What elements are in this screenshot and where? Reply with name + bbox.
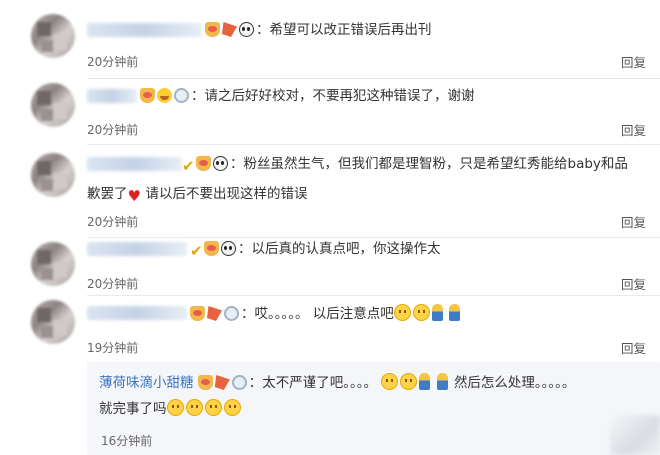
sub-reply-body: ：太不严谨了吧。。。。 [248, 375, 378, 391]
comment-time: 20分钟前 [87, 277, 139, 291]
comment-body: 希望可以改正错误后再出刊 [269, 22, 432, 38]
username-blurred[interactable] [87, 242, 187, 256]
crown-badge-icon [190, 306, 205, 321]
face-emoji-icon [204, 399, 222, 416]
face-emoji-icon [400, 373, 418, 390]
comment-item: ：请之后好好校对，不要再犯这种错误了，谢谢 20分钟前 回复 [25, 79, 660, 139]
avatar[interactable] [31, 153, 75, 197]
comment-body-part: 以后注意点吧 [312, 306, 394, 322]
doll-emoji-icon [431, 304, 443, 321]
face-emoji-icon [412, 304, 430, 321]
username-blurred[interactable] [87, 157, 182, 171]
sub-reply-text: 薄荷味滴小甜糖 ：太不严谨了吧。。。。 然后怎么处理。。。。。 就完事了吗 [99, 370, 659, 422]
reply-button[interactable]: 回复 [621, 52, 646, 71]
sub-reply-username[interactable]: 薄荷味滴小甜糖 [99, 375, 194, 391]
panda-badge-icon [213, 156, 228, 171]
comment-text: ：请之后好好校对，不要再犯这种错误了，谢谢 [140, 85, 475, 107]
avatar[interactable] [31, 242, 75, 286]
check-badge-icon: ✔ [190, 242, 203, 260]
comment-body: 请之后好好校对，不要再犯这种错误了，谢谢 [204, 88, 475, 104]
face-emoji-icon [185, 399, 203, 416]
sub-reply-body-part: 就完事了吗 [99, 401, 167, 417]
comment-time: 20分钟前 [87, 123, 139, 137]
doll-emoji-icon [436, 373, 448, 390]
comment-text: ：希望可以改正错误后再出刊 [205, 19, 432, 41]
username-blurred[interactable] [87, 306, 187, 320]
reply-button[interactable]: 回复 [621, 120, 646, 139]
face-emoji-icon [166, 399, 184, 416]
comment-time: 19分钟前 [87, 341, 139, 355]
comment-list: ：希望可以改正错误后再出刊 20分钟前 回复 ：请之后好好校对，不要再犯这种错误… [25, 8, 660, 455]
comment-item: ✔ ：粉丝虽然生气，但我们都是理智粉，只是希望红秀能给baby和品 歉罢了♥ 请以后… [25, 145, 660, 237]
comment-text-line2: 歉罢了♥ 请以后不要出现这样的错误 [87, 183, 308, 205]
avatar[interactable] [31, 83, 75, 127]
comment-time: 20分钟前 [87, 215, 139, 229]
face-emoji-icon [223, 399, 241, 416]
comment-item: ：希望可以改正错误后再出刊 20分钟前 回复 [25, 8, 660, 78]
flag-badge-icon [207, 306, 222, 321]
avatar[interactable] [31, 300, 75, 344]
sub-reply-body-part: 然后怎么处理。。。。。 [453, 375, 576, 391]
flag-badge-icon [222, 22, 237, 37]
panda-badge-icon [239, 22, 254, 37]
crown-badge-icon [205, 22, 220, 37]
heart-emoji-icon: ♥ [127, 187, 141, 205]
watermark-blur [610, 415, 660, 455]
reply-button[interactable]: 回复 [621, 338, 646, 357]
username-blurred[interactable] [87, 23, 202, 37]
reply-button[interactable]: 回复 [621, 274, 646, 293]
crown-badge-icon [197, 375, 213, 390]
doll-emoji-icon [419, 373, 431, 390]
username-blurred[interactable] [87, 89, 137, 103]
grin-emoji-icon [157, 88, 172, 103]
avatar[interactable] [31, 14, 75, 58]
medal-badge-icon [224, 306, 239, 321]
comment-body: 粉丝虽然生气，但我们都是理智粉，只是希望红秀能给baby和品 [243, 156, 628, 172]
doll-emoji-icon [449, 304, 461, 321]
comment-text: ✔ ：以后真的认真点吧，你这操作太 [190, 241, 441, 260]
reply-button[interactable]: 回复 [621, 212, 646, 231]
sub-reply: 薄荷味滴小甜糖 ：太不严谨了吧。。。。 然后怎么处理。。。。。 就完事了吗 16… [87, 362, 660, 455]
comment-body: 哎。。。。。 [254, 306, 309, 322]
check-badge-icon: ✔ [182, 157, 195, 175]
panda-badge-icon [221, 241, 236, 256]
sub-reply-time: 16分钟前 [101, 434, 153, 448]
face-emoji-icon [393, 304, 411, 321]
comment-time: 20分钟前 [87, 55, 139, 69]
comment-text: ✔ ：粉丝虽然生气，但我们都是理智粉，只是希望红秀能给baby和品 [182, 156, 628, 175]
comment-item: ✔ ：以后真的认真点吧，你这操作太 20分钟前 回复 [25, 238, 660, 298]
crown-badge-icon [196, 156, 211, 171]
medal-badge-icon [174, 88, 189, 103]
crown-badge-icon [140, 88, 155, 103]
comment-body-part: 请以后不要出现这样的错误 [145, 186, 308, 202]
comment-item: ：哎。。。。。 以后注意点吧 19分钟前 回复 [25, 296, 660, 360]
medal-badge-icon [231, 375, 247, 390]
comment-body: 以后真的认真点吧，你这操作太 [251, 241, 441, 257]
flag-badge-icon [214, 375, 230, 390]
crown-badge-icon [204, 241, 219, 256]
comment-text: ：哎。。。。。 以后注意点吧 [190, 303, 462, 325]
comment-body-part: 歉罢了 [87, 186, 128, 202]
face-emoji-icon [381, 373, 399, 390]
